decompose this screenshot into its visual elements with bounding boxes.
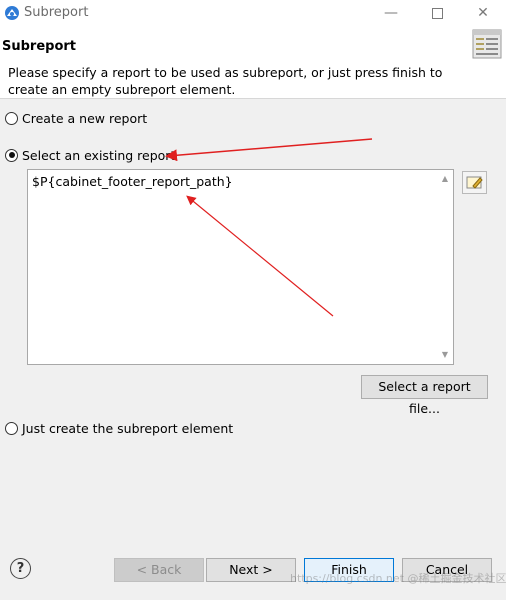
window-titlebar: Subreport — ✕ — [0, 0, 506, 26]
expression-editor-button[interactable] — [462, 171, 487, 194]
scroll-down-icon[interactable]: ▼ — [439, 350, 451, 360]
radio-select-existing-label: Select an existing report — [22, 147, 176, 163]
minimize-button[interactable]: — — [368, 0, 414, 26]
select-report-file-button[interactable]: Select a report file... — [361, 375, 488, 416]
radio-create-new-control[interactable] — [5, 111, 18, 125]
back-button[interactable]: < Back — [114, 558, 204, 582]
radio-select-existing-control[interactable] — [5, 148, 18, 162]
annotation-arrow-to-radio — [165, 138, 373, 162]
wizard-page-icon — [472, 29, 502, 59]
page-title: Subreport — [2, 39, 77, 54]
radio-just-create-control[interactable] — [5, 421, 18, 435]
next-button[interactable]: Next > — [206, 558, 296, 582]
watermark: https://blog.csdn.net @稀土掘金技术社区 — [290, 572, 506, 585]
expression-editor-icon — [466, 176, 483, 189]
maximize-icon — [431, 7, 443, 19]
window-title: Subreport — [24, 5, 89, 20]
radio-just-create-label: Just create the subreport element — [22, 420, 234, 436]
radio-create-new-label: Create a new report — [22, 110, 148, 126]
page-description: Please specify a report to be used as su… — [8, 65, 443, 97]
radio-just-create[interactable]: Just create the subreport element — [5, 420, 233, 436]
help-icon[interactable]: ? — [10, 558, 31, 579]
radio-create-new[interactable]: Create a new report — [5, 110, 147, 126]
scroll-up-icon[interactable]: ▲ — [439, 174, 451, 184]
app-icon — [5, 6, 19, 20]
expression-textarea[interactable]: $P{cabinet_footer_report_path} ▲ ▼ — [27, 169, 454, 365]
minimize-icon: — — [384, 5, 398, 21]
close-icon: ✕ — [477, 5, 489, 21]
maximize-button[interactable] — [414, 0, 460, 26]
radio-select-existing[interactable]: Select an existing report — [5, 147, 175, 163]
wizard-header: Subreport Please specify a report to be … — [0, 26, 506, 99]
expression-value: $P{cabinet_footer_report_path} — [32, 174, 233, 189]
close-button[interactable]: ✕ — [460, 0, 506, 26]
